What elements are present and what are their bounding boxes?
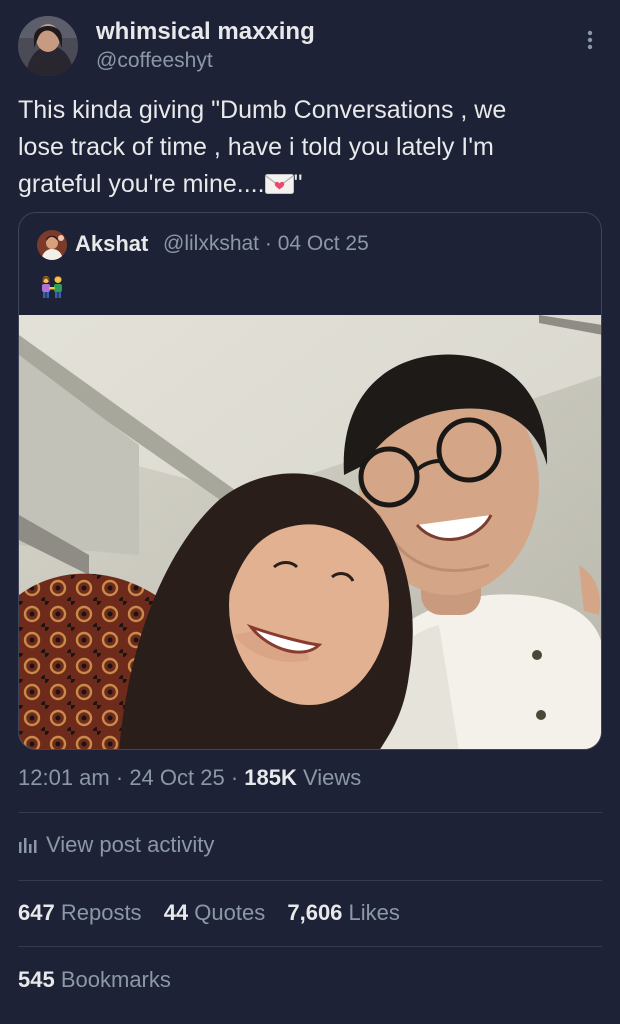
quote-author-meta: @lilxkshat · 04 Oct 25 bbox=[163, 232, 369, 256]
view-post-activity-label: View post activity bbox=[46, 832, 215, 857]
quote-separator: · bbox=[264, 232, 272, 255]
tweet-meta: 12:01 am · 24 Oct 25 · 185K Views bbox=[18, 765, 361, 791]
tweet-text-line: grateful you're mine.... bbox=[18, 170, 265, 198]
likes-stat[interactable]: 7,606 Likes bbox=[287, 900, 400, 926]
reposts-label: Reposts bbox=[60, 900, 142, 925]
love-letter-emoji-icon bbox=[264, 168, 294, 194]
divider bbox=[18, 812, 602, 813]
bookmarks-count: 545 bbox=[18, 967, 55, 992]
quote-author-name[interactable]: Akshat bbox=[75, 231, 148, 257]
meta-separator: · bbox=[115, 765, 124, 790]
quoted-tweet-card[interactable]: Akshat @lilxkshat · 04 Oct 25 bbox=[18, 212, 602, 750]
tweet-text-line: lose track of time , have i told you lat… bbox=[18, 133, 494, 161]
quotes-label: Quotes bbox=[194, 900, 266, 925]
author-avatar[interactable] bbox=[18, 16, 78, 76]
more-options-icon[interactable] bbox=[578, 28, 602, 52]
people-holding-hands-emoji-icon bbox=[37, 275, 67, 299]
quote-date[interactable]: 04 Oct 25 bbox=[278, 232, 369, 255]
engagement-stats: 647 Reposts 44 Quotes 7,606 Likes bbox=[18, 900, 416, 926]
tweet-text-line-last: grateful you're mine.... " bbox=[18, 166, 608, 203]
author-handle[interactable]: @coffeeshyt bbox=[96, 49, 213, 73]
quote-author-avatar[interactable] bbox=[37, 230, 67, 260]
view-post-activity-link[interactable]: View post activity bbox=[18, 832, 214, 864]
divider bbox=[18, 880, 602, 881]
author-display-name[interactable]: whimsical maxxing bbox=[96, 18, 315, 46]
tweet-header: whimsical maxxing @coffeeshyt bbox=[18, 16, 602, 78]
views-count: 185K bbox=[244, 765, 297, 790]
tweet-date[interactable]: 24 Oct 25 bbox=[129, 765, 224, 790]
views-label: Views bbox=[303, 765, 362, 790]
bookmarks-stat[interactable]: 545 Bookmarks bbox=[18, 967, 171, 993]
likes-label: Likes bbox=[348, 900, 400, 925]
tweet-text-line: This kinda giving "Dumb Conversations , … bbox=[18, 96, 507, 124]
meta-separator: · bbox=[230, 765, 239, 790]
quotes-count: 44 bbox=[163, 900, 189, 925]
tweet-text: This kinda giving "Dumb Conversations , … bbox=[18, 92, 608, 203]
bookmarks-label: Bookmarks bbox=[60, 967, 171, 992]
quote-author-handle[interactable]: @lilxkshat bbox=[163, 232, 259, 255]
quotes-stat[interactable]: 44 Quotes bbox=[164, 900, 266, 926]
divider bbox=[18, 946, 602, 947]
tweet-text-end: " bbox=[293, 170, 303, 198]
reposts-count: 647 bbox=[18, 900, 55, 925]
quote-photo-image[interactable] bbox=[19, 315, 601, 749]
bar-chart-icon bbox=[18, 834, 38, 854]
tweet-time[interactable]: 12:01 am bbox=[18, 765, 110, 790]
reposts-stat[interactable]: 647 Reposts bbox=[18, 900, 142, 926]
likes-count: 7,606 bbox=[287, 900, 343, 925]
